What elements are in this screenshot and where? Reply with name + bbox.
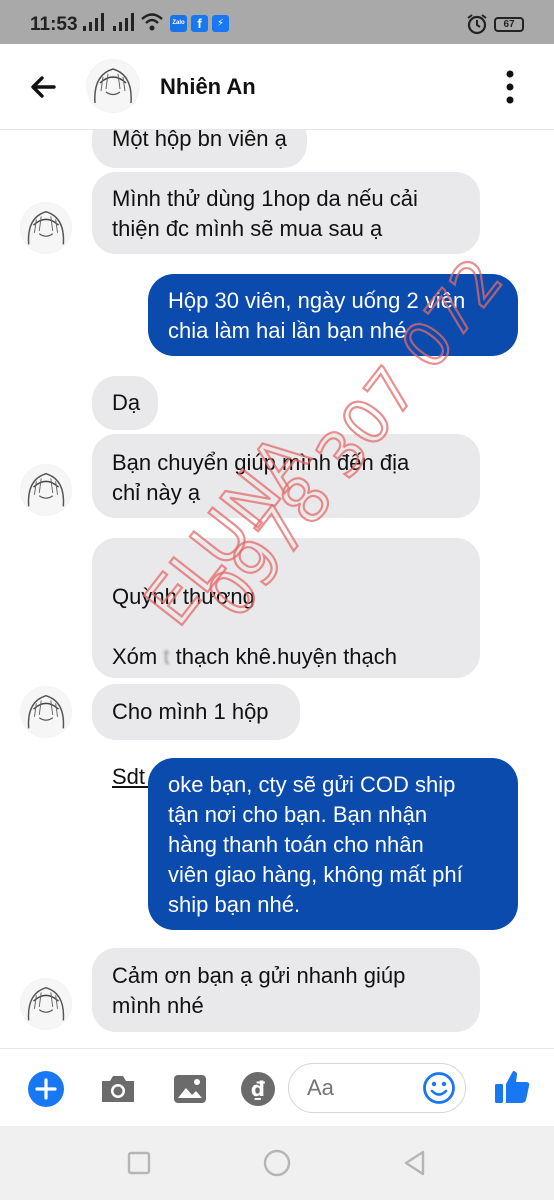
message-bubble-incoming[interactable]: Cảm ơn bạn ạ gửi nhanh giúp mình nhé [92,948,480,1032]
message-bubble-incoming[interactable]: Mình thử dùng 1hop da nếu cải thiện đc m… [92,172,480,254]
wifi-icon [141,13,163,31]
message-bubble-outgoing[interactable]: oke bạn, cty sẽ gửi COD ship tận nơi cho… [148,758,518,930]
svg-text:₫: ₫ [251,1077,265,1101]
message-bubble-incoming[interactable]: Cho mình 1 hộp [92,684,300,740]
more-options-icon[interactable] [498,68,522,106]
gallery-icon[interactable] [170,1069,210,1109]
home-icon[interactable] [262,1148,292,1178]
message-bubble-incoming[interactable]: Một hộp bn viên ạ [92,130,307,168]
contact-avatar-small [20,686,72,738]
facebook-icon: f [191,15,208,32]
contact-avatar[interactable] [86,59,140,113]
message-bubble-incoming[interactable]: Quỳnh thương Xóm t thạch khê.huyện thạch… [92,538,480,789]
status-bar: 11:53 Zalo f ⚡ 67 [0,0,554,44]
signal-icon [83,13,104,31]
payment-dong-icon[interactable]: ₫ [238,1069,278,1109]
contact-avatar-small [20,978,72,1030]
plus-icon[interactable] [26,1069,66,1109]
redacted-text: t [163,644,170,669]
like-thumb-icon[interactable] [492,1067,532,1107]
status-time: 11:53 [30,14,78,35]
contact-avatar-small [20,202,72,254]
camera-icon[interactable] [98,1069,138,1109]
emoji-icon[interactable] [422,1071,456,1105]
chat-header: Nhiên An [0,44,554,130]
message-bubble-incoming[interactable]: Bạn chuyển giúp mình đến địa chỉ này ạ [92,434,480,518]
address-line: Xóm t thạch khê.huyện thạch [112,644,398,669]
messenger-icon: ⚡ [212,15,229,32]
zalo-icon: Zalo [170,15,187,32]
contact-avatar-small [20,464,72,516]
alarm-icon [467,14,487,35]
back-triangle-icon[interactable] [400,1148,430,1178]
recent-apps-icon[interactable] [124,1148,154,1178]
message-list[interactable]: Một hộp bn viên ạ Mình thử dùng 1hop da … [0,130,554,1048]
message-composer: ₫ [0,1048,554,1126]
signal-icon [113,13,134,31]
address-name-line: Quỳnh thương [112,584,255,609]
back-arrow-icon[interactable] [28,72,58,102]
message-bubble-outgoing[interactable]: Hộp 30 viên, ngày uống 2 viên chia làm h… [148,274,518,356]
contact-name[interactable]: Nhiên An [160,74,256,100]
system-nav-bar [0,1126,554,1200]
battery-indicator: 67 [494,17,524,32]
message-bubble-incoming[interactable]: Dạ [92,376,158,430]
